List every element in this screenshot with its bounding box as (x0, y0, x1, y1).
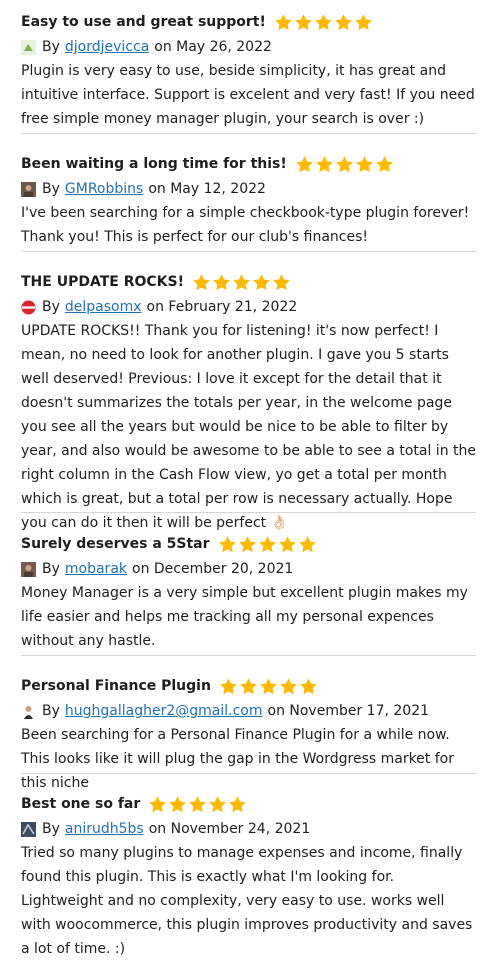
by-label: By (42, 299, 60, 315)
star-icon (274, 13, 293, 32)
avatar (21, 300, 36, 315)
star-icon (315, 155, 334, 174)
star-icon (295, 155, 314, 174)
review-content: Tried so many plugins to manage expenses… (21, 845, 473, 957)
review-item: Easy to use and great support! By djordj… (21, 10, 476, 134)
review-header: THE UPDATE ROCKS! (21, 270, 476, 294)
review-item: Surely deserves a 5Star By mobarak on De… (21, 532, 476, 656)
avatar (21, 39, 36, 55)
author-link[interactable]: delpasomx (65, 299, 142, 315)
author-link[interactable]: hughgallagher2@gmail.com (65, 703, 263, 719)
review-title: Personal Finance Plugin (21, 678, 211, 694)
reviews-list: Easy to use and great support! By djordj… (0, 0, 500, 957)
star-icon (238, 535, 257, 554)
by-label: By (42, 821, 60, 837)
review-date: on November 17, 2021 (267, 703, 430, 719)
by-label: By (42, 703, 60, 719)
star-icon (298, 535, 317, 554)
review-title: Easy to use and great support! (21, 14, 266, 30)
review-header: Surely deserves a 5Star (21, 532, 476, 556)
star-icon (294, 13, 313, 32)
star-icon (239, 677, 258, 696)
star-icon (259, 677, 278, 696)
star-rating (218, 535, 317, 554)
review-item: Been waiting a long time for this! By GM… (21, 152, 476, 252)
star-icon (228, 795, 247, 814)
star-icon (355, 155, 374, 174)
by-label: By (42, 181, 60, 197)
star-icon (232, 273, 251, 292)
review-title: THE UPDATE ROCKS! (21, 274, 184, 290)
review-title: Best one so far (21, 796, 141, 812)
review-item: THE UPDATE ROCKS! By delpasomx on Februa… (21, 270, 476, 531)
star-icon (278, 535, 297, 554)
star-icon (334, 13, 353, 32)
by-label: By (42, 561, 60, 577)
avatar (21, 703, 36, 719)
review-meta: By djordjevicca on May 26, 2022 (21, 35, 476, 59)
star-rating (295, 155, 394, 174)
review-content: Been searching for a Personal Finance Pl… (21, 727, 454, 791)
review-item: Personal Finance Plugin By hughgallagher… (21, 674, 476, 791)
review-title: Surely deserves a 5Star (21, 536, 210, 552)
avatar (21, 181, 36, 197)
star-rating (148, 795, 247, 814)
review-date: on May 26, 2022 (154, 39, 272, 55)
review-content: UPDATE ROCKS!! Thank you for listening! … (21, 323, 476, 531)
review-meta: By GMRobbins on May 12, 2022 (21, 177, 476, 201)
star-icon (212, 273, 231, 292)
star-icon (279, 677, 298, 696)
star-icon (354, 13, 373, 32)
star-icon (208, 795, 227, 814)
star-icon (272, 273, 291, 292)
star-icon (258, 535, 277, 554)
review-meta: By delpasomx on February 21, 2022 (21, 295, 476, 319)
by-label: By (42, 39, 60, 55)
review-item: Best one so far By anirudh5bs on Novembe… (21, 792, 476, 957)
review-header: Easy to use and great support! (21, 10, 476, 34)
star-icon (218, 535, 237, 554)
review-content: I've been searching for a simple checkbo… (21, 205, 470, 245)
review-content: Money Manager is a very simple but excel… (21, 585, 468, 649)
author-link[interactable]: anirudh5bs (65, 821, 144, 837)
author-link[interactable]: djordjevicca (65, 39, 149, 55)
review-content: Plugin is very easy to use, beside simpl… (21, 63, 475, 127)
review-title: Been waiting a long time for this! (21, 156, 287, 172)
review-date: on February 21, 2022 (146, 299, 298, 315)
star-rating (192, 273, 291, 292)
author-link[interactable]: GMRobbins (65, 181, 143, 197)
star-icon (299, 677, 318, 696)
star-icon (335, 155, 354, 174)
avatar (21, 821, 36, 837)
avatar (21, 561, 36, 577)
star-rating (274, 13, 373, 32)
author-link[interactable]: mobarak (65, 561, 127, 577)
review-date: on December 20, 2021 (132, 561, 294, 577)
review-header: Personal Finance Plugin (21, 674, 476, 698)
review-header: Been waiting a long time for this! (21, 152, 476, 176)
star-icon (192, 273, 211, 292)
star-icon (219, 677, 238, 696)
review-header: Best one so far (21, 792, 476, 816)
review-meta: By hughgallagher2@gmail.com on November … (21, 699, 476, 723)
review-date: on November 24, 2021 (148, 821, 311, 837)
star-icon (314, 13, 333, 32)
star-icon (375, 155, 394, 174)
star-rating (219, 677, 318, 696)
star-icon (188, 795, 207, 814)
star-icon (168, 795, 187, 814)
review-meta: By mobarak on December 20, 2021 (21, 557, 476, 581)
review-date: on May 12, 2022 (148, 181, 266, 197)
star-icon (252, 273, 271, 292)
review-meta: By anirudh5bs on November 24, 2021 (21, 817, 476, 841)
star-icon (148, 795, 167, 814)
